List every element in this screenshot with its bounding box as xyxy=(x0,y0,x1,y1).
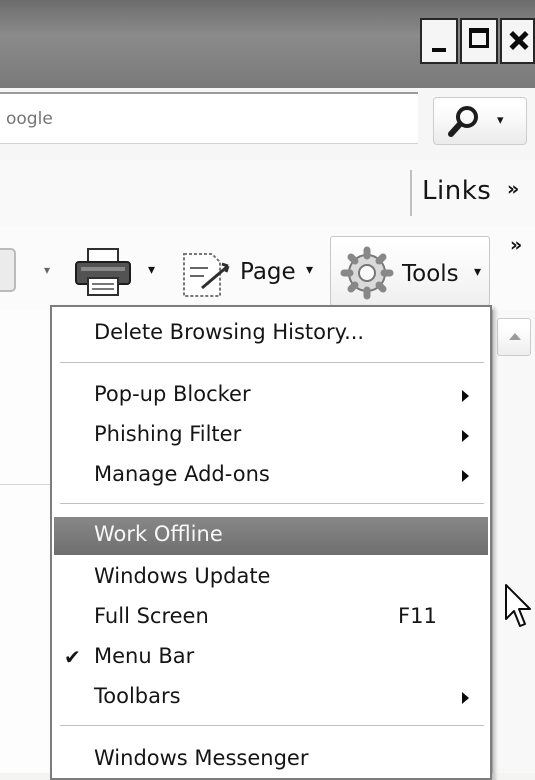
menu-item-popup-blocker[interactable]: Pop-up Blocker xyxy=(54,377,488,415)
menu-separator xyxy=(60,362,484,364)
printer-icon[interactable] xyxy=(72,246,134,298)
checkmark-icon: ✔ xyxy=(64,645,81,669)
search-options-chevron-down-icon[interactable]: ▾ xyxy=(497,113,504,128)
submenu-arrow-icon xyxy=(462,390,469,402)
command-bar-overflow-chevron-icon[interactable]: » xyxy=(510,234,522,256)
search-input[interactable] xyxy=(0,92,418,144)
command-button-partial[interactable] xyxy=(0,248,16,292)
minimize-button[interactable] xyxy=(420,18,458,64)
menu-item-label: Phishing Filter xyxy=(94,422,242,446)
maximize-button[interactable] xyxy=(460,18,498,64)
tools-menu-label[interactable]: Tools xyxy=(402,261,459,287)
page-icon[interactable] xyxy=(178,248,236,300)
menu-item-label: Toolbars xyxy=(94,684,181,708)
submenu-arrow-icon xyxy=(462,470,469,482)
menu-item-manage-add-ons[interactable]: Manage Add-ons xyxy=(54,457,488,495)
menu-item-label: Pop-up Blocker xyxy=(94,382,251,406)
links-label[interactable]: Links xyxy=(422,176,491,206)
links-overflow-chevron-icon[interactable]: » xyxy=(507,178,519,200)
print-chevron-down-icon[interactable]: ▾ xyxy=(148,262,155,278)
menu-item-delete-browsing-history[interactable]: Delete Browsing History... xyxy=(54,315,488,353)
mouse-cursor-icon xyxy=(505,584,531,627)
menu-item-label: Windows Messenger xyxy=(94,746,309,770)
scroll-up-button[interactable] xyxy=(497,318,531,356)
menu-separator xyxy=(60,503,484,505)
toolbar-separator xyxy=(410,170,412,216)
gear-icon[interactable] xyxy=(340,246,394,300)
menu-item-label: Full Screen xyxy=(94,604,209,628)
vertical-scrollbar[interactable] xyxy=(492,310,535,773)
submenu-arrow-icon xyxy=(462,692,469,704)
menu-item-label: Menu Bar xyxy=(94,644,195,668)
page-menu-label[interactable]: Page xyxy=(240,259,296,285)
page-chevron-down-icon[interactable]: ▾ xyxy=(306,262,313,278)
menu-item-label: Windows Update xyxy=(94,564,271,588)
menu-item-phishing-filter[interactable]: Phishing Filter xyxy=(54,417,488,455)
menu-item-label: Delete Browsing History... xyxy=(94,320,365,344)
magnifier-icon xyxy=(448,106,478,137)
submenu-arrow-icon xyxy=(462,430,469,442)
chevron-down-icon[interactable]: ▾ xyxy=(44,263,50,277)
menu-item-windows-messenger[interactable]: Windows Messenger xyxy=(54,741,488,779)
shortcut-key: F11 xyxy=(398,604,437,628)
menu-separator xyxy=(60,725,484,727)
menu-item-full-screen[interactable]: Full Screen F11 xyxy=(54,599,488,637)
menu-item-work-offline[interactable]: Work Offline xyxy=(54,517,488,555)
tools-chevron-down-icon[interactable]: ▾ xyxy=(474,264,481,280)
menu-item-windows-update[interactable]: Windows Update xyxy=(54,559,488,597)
tools-dropdown-menu: Delete Browsing History... Pop-up Blocke… xyxy=(50,305,492,780)
menu-item-label: Work Offline xyxy=(94,522,223,546)
menu-item-menu-bar[interactable]: ✔ Menu Bar xyxy=(54,639,488,677)
menu-item-label: Manage Add-ons xyxy=(94,462,270,486)
close-button[interactable] xyxy=(500,18,535,64)
menu-item-toolbars[interactable]: Toolbars xyxy=(54,679,488,717)
